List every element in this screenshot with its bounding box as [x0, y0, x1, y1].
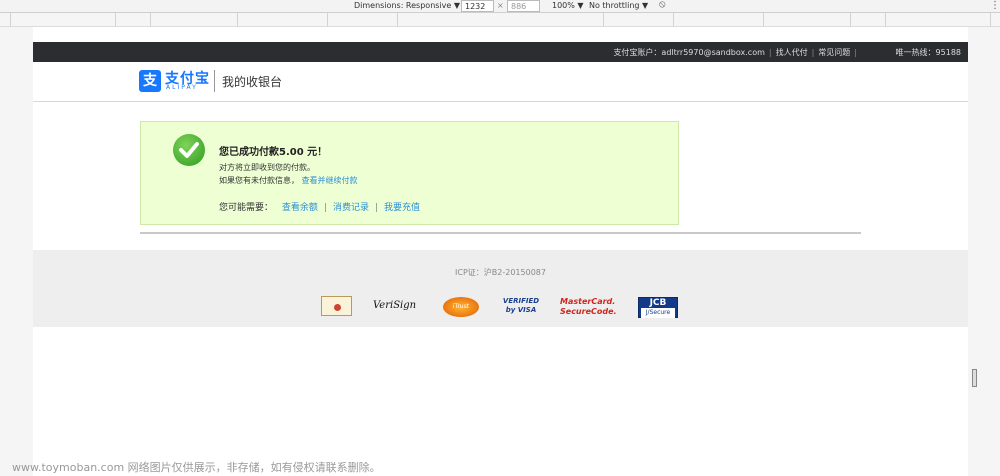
- jcb-bottom: J/Secure: [641, 308, 675, 318]
- view-continue-pay-link[interactable]: 查看并继续付款: [302, 176, 358, 185]
- account-label: 支付宝账户：adltrr5970@sandbox.com: [613, 48, 765, 57]
- verisign-text-b: Sign: [393, 300, 417, 311]
- view-balance-link[interactable]: 查看余额: [282, 203, 318, 213]
- alipay-logo-subtext: ALIPAY: [166, 84, 198, 91]
- header: 支 支付宝 ALIPAY 我的收银台: [33, 62, 968, 102]
- unpaid-text: 如果您有未付款信息，: [219, 176, 299, 185]
- dimensions-dropdown[interactable]: Dimensions: Responsive ▼: [354, 1, 460, 10]
- top-links: 支付宝账户：adltrr5970@sandbox.com | 找人代付 | 常见问题 |: [613, 47, 861, 58]
- recharge-link[interactable]: 我要充值: [384, 203, 420, 213]
- visa-bottom: by VISA: [505, 306, 537, 314]
- page-title: 我的收银台: [222, 75, 283, 89]
- top-bar: 支付宝账户：adltrr5970@sandbox.com | 找人代付 | 常见问题 | …: [33, 42, 968, 62]
- separator: |: [323, 203, 327, 213]
- zoom-dropdown[interactable]: 100% ▼: [552, 1, 584, 10]
- actions-label: 您可能需要：: [219, 203, 274, 213]
- times-separator: ×: [497, 1, 504, 10]
- separator: |: [374, 203, 379, 213]
- alipay-logo-icon[interactable]: 支: [139, 70, 161, 92]
- suggested-actions: 您可能需要： 查看余额 | 消费记录 | 我要充值: [219, 200, 420, 213]
- viewport-width-input[interactable]: 1232: [461, 0, 494, 12]
- certificate-badge-icon[interactable]: [321, 296, 352, 316]
- success-check-icon: [173, 134, 205, 166]
- pay-for-me-link[interactable]: 找人代付: [776, 48, 808, 57]
- resize-handle[interactable]: [972, 369, 977, 387]
- separator: |: [854, 48, 857, 57]
- watermark-text: www.toymoban.com 网络图片仅供展示，非存储，如有侵权请联系删除。: [12, 461, 381, 474]
- devtools-toolbar: Dimensions: Responsive ▼ 1232 × 886 100%…: [0, 0, 1000, 13]
- consumption-records-link[interactable]: 消费记录: [333, 203, 369, 213]
- faq-link[interactable]: 常见问题: [818, 48, 850, 57]
- separator: |: [811, 48, 815, 57]
- verified-by-visa-badge[interactable]: VERIFIED by VISA: [501, 297, 541, 319]
- alipay-page: 支付宝账户：adltrr5970@sandbox.com | 找人代付 | 常见问题 | …: [33, 42, 968, 476]
- icp-license: ICP证：沪B2-20150087: [455, 268, 546, 277]
- itrust-badge[interactable]: iTrust: [443, 297, 479, 317]
- more-options-icon[interactable]: ⋮: [990, 0, 1000, 11]
- success-message: 对方将立即收到您的付款。: [219, 163, 315, 172]
- jcb-top: JCB: [649, 298, 667, 308]
- mastercard-securecode-badge[interactable]: MasterCard. SecureCode.: [560, 297, 617, 319]
- viewport-gutter-left: [0, 27, 33, 476]
- mc-top: MasterCard.: [560, 297, 616, 306]
- no-throttle-icon[interactable]: ⦸: [659, 0, 666, 10]
- success-panel: 您已成功付款5.00 元！ 对方将立即收到您的付款。 如果您有未付款信息， 查看…: [140, 121, 679, 225]
- mc-bottom: SecureCode.: [560, 307, 617, 316]
- separator: |: [768, 48, 772, 57]
- viewport-height-input[interactable]: 886: [507, 0, 540, 12]
- hotline: 唯一热线：95188: [895, 48, 961, 57]
- divider-line: [140, 232, 861, 234]
- jcb-secure-badge[interactable]: JCB J/Secure: [638, 297, 678, 318]
- unpaid-info: 如果您有未付款信息， 查看并继续付款: [219, 175, 358, 186]
- media-query-ruler: [0, 13, 1000, 27]
- verisign-text-a: Veri: [373, 300, 394, 311]
- viewport-gutter-right: [968, 27, 1000, 476]
- footer: ICP证：沪B2-20150087 VeriSign iTrust VERIFI…: [33, 250, 968, 327]
- logo-divider: [214, 70, 215, 92]
- verisign-badge[interactable]: VeriSign: [373, 300, 425, 322]
- security-badges: VeriSign iTrust VERIFIED by VISA MasterCa…: [321, 295, 681, 319]
- visa-top: VERIFIED: [502, 297, 540, 305]
- throttle-dropdown[interactable]: No throttling ▼: [589, 1, 648, 10]
- success-title: 您已成功付款5.00 元！: [219, 147, 328, 158]
